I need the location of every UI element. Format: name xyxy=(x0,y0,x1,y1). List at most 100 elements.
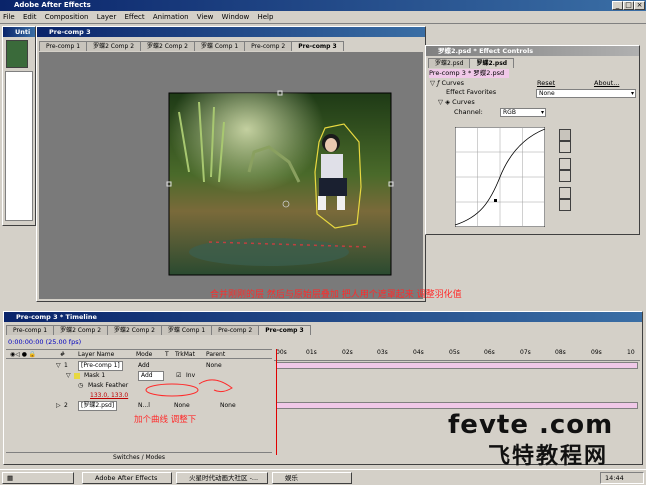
timeline-tab-precomp1[interactable]: Pre-comp 1 xyxy=(6,325,55,335)
comp-tab-bar: Pre-comp 1 罗蝶2 Comp 2 罗蝶2 Comp 2 罗蝶 Comp… xyxy=(39,41,344,51)
ruler-label: 10 xyxy=(627,349,635,356)
chevron-down-icon: ▾ xyxy=(630,90,634,97)
layer-bar-2[interactable] xyxy=(276,402,638,409)
ruler-label: 04s xyxy=(413,349,424,356)
timeline-tab-comp2b[interactable]: 罗蝶2 Comp 2 xyxy=(107,325,162,335)
smooth-icon[interactable] xyxy=(559,187,571,199)
pencil-icon[interactable] xyxy=(559,141,571,153)
channel-select[interactable]: RGB ▾ xyxy=(500,108,546,117)
mask-feather-value[interactable]: 133.0, 133.0 xyxy=(90,391,128,401)
menu-view[interactable]: View xyxy=(197,13,214,21)
timeline-tab-precomp2[interactable]: Pre-comp 2 xyxy=(211,325,260,335)
curve-tool-icon[interactable] xyxy=(559,129,571,141)
ruler-label: 06s xyxy=(484,349,495,356)
reset-curve-icon[interactable] xyxy=(559,199,571,211)
save-file-icon[interactable] xyxy=(559,170,571,182)
timeline-column-header: ◉◁ ● 🔒 # Layer Name Mode T TrkMat Parent xyxy=(6,349,272,359)
about-link[interactable]: About... xyxy=(594,79,619,88)
effect-controls-title: 罗蝶2.psd * Effect Controls xyxy=(426,46,639,56)
task-after-effects[interactable]: Adobe After Effects xyxy=(82,472,172,484)
comp-tab-comp2a[interactable]: 罗蝶2 Comp 2 xyxy=(86,41,142,51)
col-mode: Mode xyxy=(136,351,153,358)
col-num: # xyxy=(60,351,66,358)
minimize-button[interactable]: _ xyxy=(612,1,623,10)
current-time-indicator[interactable] xyxy=(276,349,277,455)
comp-viewer[interactable] xyxy=(39,52,423,299)
task-browser[interactable]: 火星时代动画大社区 -... xyxy=(176,472,268,484)
timeline-tab-bar: Pre-comp 1 罗蝶2 Comp 2 罗蝶2 Comp 2 罗蝶 Comp… xyxy=(6,325,311,335)
mask-name[interactable]: Mask 1 xyxy=(84,371,105,381)
ruler-label: 01s xyxy=(306,349,317,356)
comp-title: Pre-comp 3 xyxy=(37,27,425,37)
effect-tab-2[interactable]: 罗蝶2.psd xyxy=(469,58,515,68)
time-ruler[interactable]: 00s 01s 02s 03s 04s 05s 06s 07s 08s 09s … xyxy=(274,349,640,361)
expand-arrow-icon[interactable]: ▽ xyxy=(66,371,71,381)
chart-icon: ◈ xyxy=(445,98,451,106)
effect-controls-tab-bar: 罗蝶2.psd 罗蝶2.psd xyxy=(428,58,515,68)
comp-footage xyxy=(166,90,394,276)
menu-edit[interactable]: Edit xyxy=(23,13,37,21)
reset-link[interactable]: Reset xyxy=(537,79,555,88)
effect-favorites-select[interactable]: None ▾ xyxy=(536,89,636,98)
menu-window[interactable]: Window xyxy=(222,13,250,21)
menu-layer[interactable]: Layer xyxy=(97,13,117,21)
mask-color-swatch[interactable] xyxy=(74,373,80,379)
timecode[interactable]: 0:00:00:00 (25.00 fps) xyxy=(8,338,81,346)
annotation-scribble xyxy=(145,379,233,397)
layer-name[interactable]: [Pre-comp 1] xyxy=(78,361,123,371)
comp-tab-comp1[interactable]: 罗蝶 Comp 1 xyxy=(194,41,246,51)
annotation-top: 合并刚刚的层 然后与原始层叠加 把人用个遮罩起来 调整羽化值 xyxy=(210,290,462,300)
start-button[interactable]: ▦ xyxy=(2,472,74,484)
mask-feather-label: Mask Feather xyxy=(88,382,129,389)
ruler-label: 05s xyxy=(449,349,460,356)
app-title: Adobe After Effects xyxy=(14,1,91,9)
layer-bar-1[interactable] xyxy=(276,362,638,369)
expand-arrow-icon[interactable]: ▷ xyxy=(56,401,61,411)
layer-number: 1 xyxy=(64,362,68,369)
switches-modes-toggle[interactable]: Switches / Modes xyxy=(6,452,272,462)
curves-group-label: Curves xyxy=(452,98,475,106)
menu-effect[interactable]: Effect xyxy=(124,13,144,21)
composition-window: Pre-comp 3 Pre-comp 1 罗蝶2 Comp 2 罗蝶2 Com… xyxy=(36,26,426,302)
layer-number: 2 xyxy=(64,402,68,409)
effect-curves-toggle[interactable]: ▽ ƒ Curves xyxy=(430,79,464,88)
menu-file[interactable]: File xyxy=(3,13,15,21)
effect-controls-breadcrumb: Pre-comp 3 * 罗蝶2.psd xyxy=(429,69,509,78)
layer-name[interactable]: [罗蝶2.psd] xyxy=(78,401,118,411)
close-button[interactable]: × xyxy=(634,1,645,10)
expand-arrow-icon[interactable]: ▽ xyxy=(56,361,61,371)
comp-tab-precomp1[interactable]: Pre-comp 1 xyxy=(39,41,88,51)
taskbar: ▦ Adobe After Effects 火星时代动画大社区 -... 娱乐 … xyxy=(0,469,646,485)
curves-group-toggle[interactable]: ▽ ◈ Curves xyxy=(438,98,475,107)
maximize-button[interactable]: □ xyxy=(623,1,634,10)
comp-tab-precomp2[interactable]: Pre-comp 2 xyxy=(244,41,293,51)
col-t: T xyxy=(165,351,169,358)
ruler-label: 00s xyxy=(276,349,287,356)
effect-tab-1[interactable]: 罗蝶2.psd xyxy=(428,58,471,68)
menu-composition[interactable]: Composition xyxy=(45,13,89,21)
col-trkmat: TrkMat xyxy=(175,351,195,358)
project-panel: Unti xyxy=(2,26,36,226)
channel-label: Channel: xyxy=(454,108,483,116)
ruler-label: 07s xyxy=(520,349,531,356)
task-entertainment[interactable]: 娱乐 xyxy=(272,472,352,484)
watermark-domain: fevte .com xyxy=(448,410,614,440)
watermark-site-name: 飞特教程网 xyxy=(488,444,609,469)
timeline-tab-comp1[interactable]: 罗蝶 Comp 1 xyxy=(161,325,213,335)
timeline-tab-comp2a[interactable]: 罗蝶2 Comp 2 xyxy=(53,325,109,335)
comp-tab-precomp3[interactable]: Pre-comp 3 xyxy=(291,41,344,51)
timeline-title: Pre-comp 3 * Timeline xyxy=(4,312,642,322)
comp-tab-comp2b[interactable]: 罗蝶2 Comp 2 xyxy=(140,41,195,51)
project-title: Unti xyxy=(3,27,35,37)
menu-animation[interactable]: Animation xyxy=(153,13,189,21)
app-title-bar: Adobe After Effects xyxy=(0,0,646,11)
timeline-tab-precomp3[interactable]: Pre-comp 3 xyxy=(258,325,311,335)
project-item-list[interactable] xyxy=(5,71,33,221)
menu-help[interactable]: Help xyxy=(257,13,273,21)
stopwatch-icon[interactable]: ◷ xyxy=(78,381,83,391)
open-file-icon[interactable] xyxy=(559,158,571,170)
ruler-label: 03s xyxy=(377,349,388,356)
curves-graph[interactable] xyxy=(455,127,545,227)
effect-favorites-label: Effect Favorites xyxy=(446,88,497,96)
ruler-label: 08s xyxy=(555,349,566,356)
